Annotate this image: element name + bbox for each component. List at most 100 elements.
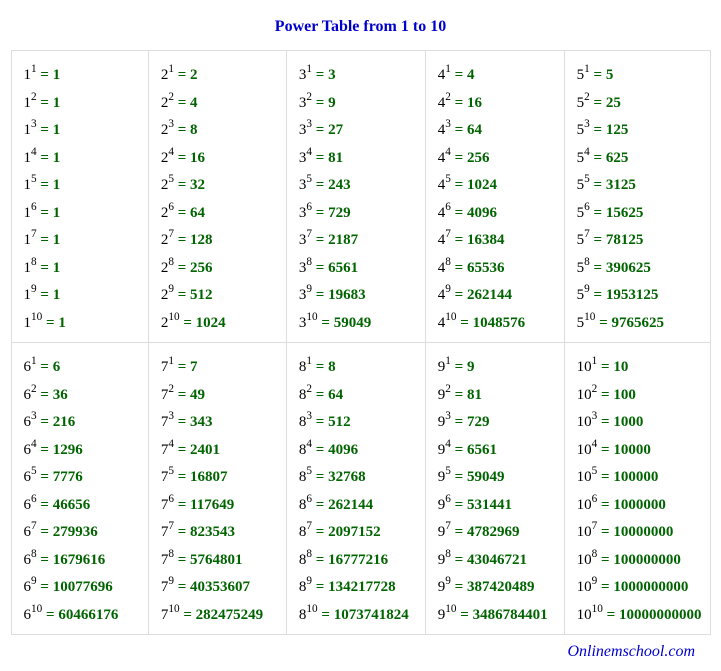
result-value: 1 (53, 67, 61, 83)
power-entry: 25 = 32 (161, 171, 278, 199)
exponent-value: 10 (306, 311, 317, 323)
exponent-value: 3 (168, 410, 174, 422)
equals-sign: = (37, 442, 53, 458)
result-value: 625 (606, 150, 629, 166)
exponent-value: 2 (31, 91, 37, 103)
exponent-value: 5 (306, 173, 312, 185)
exponent-value: 10 (168, 603, 179, 615)
power-entry: 102 = 100 (577, 381, 702, 409)
power-entry: 68 = 1679616 (24, 546, 140, 574)
power-entry: 58 = 390625 (577, 254, 702, 282)
result-value: 64 (328, 387, 343, 403)
result-value: 1000 (613, 414, 643, 430)
equals-sign: = (603, 607, 619, 623)
exponent-value: 2 (306, 91, 312, 103)
equals-sign: = (312, 260, 328, 276)
result-value: 282475249 (196, 607, 264, 623)
power-entry: 109 = 1000000000 (577, 573, 702, 601)
equals-sign: = (312, 387, 328, 403)
power-entry: 85 = 32768 (299, 463, 417, 491)
power-entry: 12 = 1 (24, 89, 140, 117)
result-value: 729 (467, 414, 490, 430)
result-value: 5764801 (190, 552, 243, 568)
power-entry: 53 = 125 (577, 116, 702, 144)
exponent-value: 7 (31, 520, 37, 532)
exponent-value: 8 (168, 256, 174, 268)
equals-sign: = (37, 524, 53, 540)
result-value: 65536 (467, 260, 505, 276)
exponent-value: 1 (31, 355, 37, 367)
power-entry: 77 = 823543 (161, 518, 278, 546)
result-value: 59049 (334, 315, 372, 331)
equals-sign: = (37, 95, 53, 111)
exponent-value: 5 (168, 173, 174, 185)
exponent-value: 5 (445, 465, 451, 477)
base-value: 6 (24, 552, 32, 568)
result-value: 823543 (190, 524, 235, 540)
equals-sign: = (312, 150, 328, 166)
result-value: 8 (328, 359, 336, 375)
power-entry: 95 = 59049 (438, 463, 556, 491)
exponent-value: 3 (31, 410, 37, 422)
equals-sign: = (37, 387, 53, 403)
exponent-value: 1 (306, 355, 312, 367)
power-entry: 15 = 1 (24, 171, 140, 199)
power-entry: 88 = 16777216 (299, 546, 417, 574)
base-value: 1 (24, 95, 32, 111)
base-value: 10 (577, 579, 592, 595)
equals-sign: = (37, 579, 53, 595)
equals-sign: = (37, 552, 53, 568)
equals-sign: = (597, 497, 613, 513)
equals-sign: = (312, 122, 328, 138)
exponent-value: 6 (168, 493, 174, 505)
result-value: 9765625 (611, 315, 664, 331)
power-entry: 56 = 15625 (577, 199, 702, 227)
power-entry: 105 = 100000 (577, 463, 702, 491)
power-entry: 29 = 512 (161, 281, 278, 309)
equals-sign: = (37, 67, 53, 83)
base-value: 6 (24, 387, 32, 403)
power-entry: 86 = 262144 (299, 491, 417, 519)
exponent-value: 3 (584, 118, 590, 130)
result-value: 4096 (328, 442, 358, 458)
power-entry: 910 = 3486784401 (438, 601, 556, 629)
result-value: 2 (190, 67, 198, 83)
exponent-value: 6 (445, 201, 451, 213)
power-entry: 37 = 2187 (299, 226, 417, 254)
equals-sign: = (597, 442, 613, 458)
result-value: 256 (190, 260, 213, 276)
result-value: 262144 (467, 287, 512, 303)
exponent-value: 10 (31, 603, 42, 615)
power-entry: 87 = 2097152 (299, 518, 417, 546)
equals-sign: = (451, 95, 467, 111)
power-entry: 33 = 27 (299, 116, 417, 144)
power-entry: 47 = 16384 (438, 226, 556, 254)
exponent-value: 7 (306, 520, 312, 532)
base-value: 10 (577, 359, 592, 375)
result-value: 5 (606, 67, 614, 83)
exponent-value: 8 (445, 548, 451, 560)
exponent-value: 8 (445, 256, 451, 268)
power-entry: 76 = 117649 (161, 491, 278, 519)
base-value: 1 (24, 260, 32, 276)
result-value: 128 (190, 232, 213, 248)
result-value: 1679616 (53, 552, 106, 568)
equals-sign: = (597, 469, 613, 485)
equals-sign: = (451, 387, 467, 403)
equals-sign: = (597, 387, 613, 403)
exponent-value: 6 (31, 201, 37, 213)
base-value: 6 (24, 579, 32, 595)
exponent-value: 1 (445, 355, 451, 367)
result-value: 1073741824 (334, 607, 409, 623)
equals-sign: = (312, 469, 328, 485)
exponent-value: 9 (31, 283, 37, 295)
power-entry: 73 = 343 (161, 408, 278, 436)
equals-sign: = (451, 552, 467, 568)
exponent-value: 10 (445, 311, 456, 323)
exponent-value: 2 (584, 91, 590, 103)
result-value: 4 (190, 95, 198, 111)
exponent-value: 1 (445, 63, 451, 75)
power-entry: 72 = 49 (161, 381, 278, 409)
equals-sign: = (312, 442, 328, 458)
result-value: 25 (606, 95, 621, 111)
